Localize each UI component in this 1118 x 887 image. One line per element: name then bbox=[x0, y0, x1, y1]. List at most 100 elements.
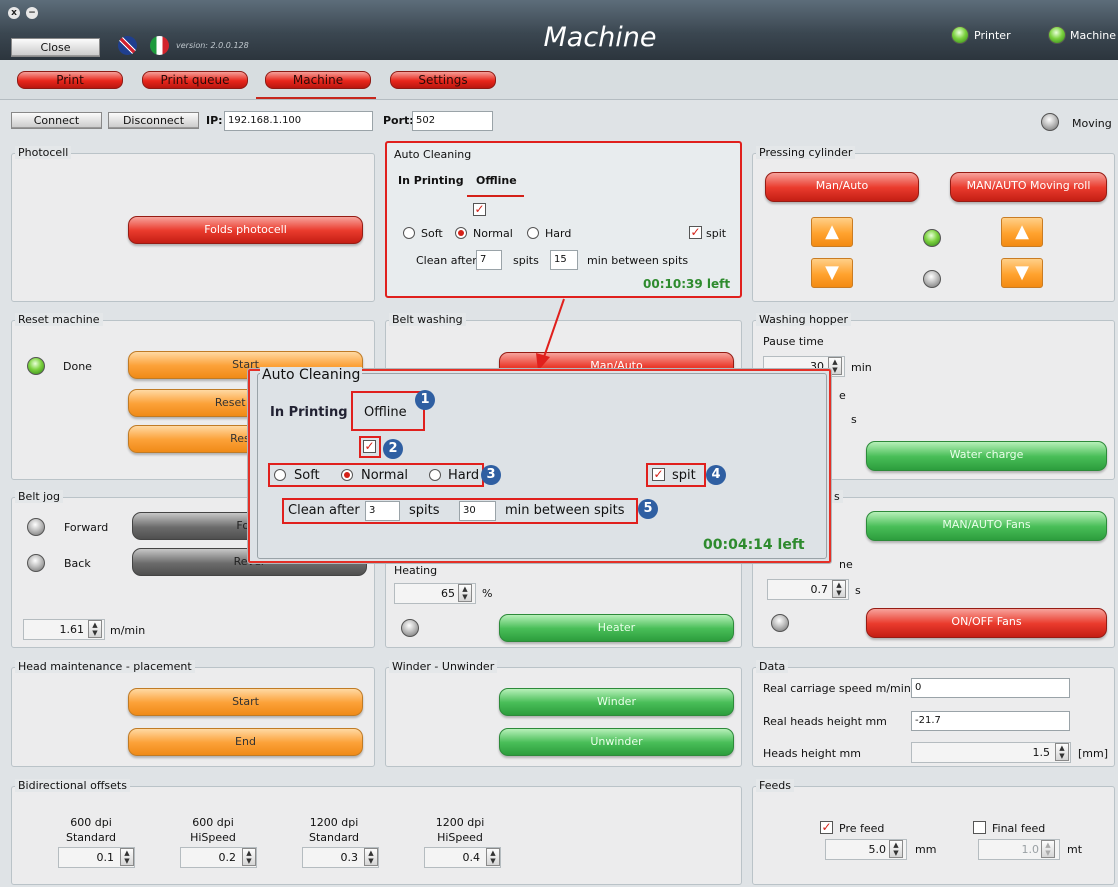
zoom-tab-in-printing[interactable]: In Printing bbox=[270, 405, 348, 420]
feeds-title: Feeds bbox=[756, 779, 794, 792]
offset-3-stepper-arrows-icon[interactable]: ▲ ▼ bbox=[486, 848, 500, 866]
auto-cleaning-title: Auto Cleaning bbox=[394, 148, 472, 161]
folds-photocell-button[interactable]: Folds photocell bbox=[128, 216, 363, 244]
cylinder-down-right-button[interactable]: ▼ bbox=[1001, 258, 1043, 288]
final-feed-unit: mt bbox=[1067, 843, 1083, 856]
normal-label: Normal bbox=[473, 227, 513, 240]
heating-unit-label: % bbox=[482, 587, 493, 600]
tab-offline-underline bbox=[467, 195, 524, 197]
real-heads-height-label: Real heads height mm bbox=[763, 715, 887, 728]
spit-label: spit bbox=[706, 227, 727, 240]
machine-status-label: Machine bbox=[1070, 29, 1117, 42]
zoom-clean-after-input[interactable]: 3 bbox=[365, 501, 400, 521]
offset-2-dpi: 1200 dpi bbox=[309, 816, 359, 829]
zoom-tab-offline[interactable]: Offline bbox=[364, 405, 407, 420]
tab-print-queue[interactable]: Print queue bbox=[142, 71, 248, 89]
english-flag-icon[interactable] bbox=[118, 36, 137, 55]
tab-in-printing[interactable]: In Printing bbox=[398, 174, 464, 187]
normal-radio[interactable] bbox=[455, 227, 467, 239]
reset-machine-title: Reset machine bbox=[15, 313, 103, 326]
fans-time-stepper-arrows-icon[interactable]: ▲ ▼ bbox=[832, 580, 846, 598]
unwinder-button[interactable]: Unwinder bbox=[499, 728, 734, 756]
min-between-input[interactable]: 15 bbox=[550, 250, 578, 270]
offline-enabled-checkbox[interactable]: ✓ bbox=[473, 203, 486, 216]
port-input[interactable]: 502 bbox=[412, 111, 493, 131]
zoom-offline-enabled-checkbox[interactable]: ✓ bbox=[363, 440, 376, 453]
cylinder-up-left-button[interactable]: ▲ bbox=[811, 217, 853, 247]
fans-time-label: ne bbox=[839, 558, 853, 571]
soft-radio[interactable] bbox=[403, 227, 415, 239]
printer-status-icon bbox=[951, 26, 969, 44]
heads-height-stepper[interactable]: 1.5 bbox=[911, 742, 1071, 763]
pre-feed-checkbox[interactable]: ✓ bbox=[820, 821, 833, 834]
head-maintenance-title: Head maintenance - placement bbox=[15, 660, 195, 673]
offset-2-stepper-arrows-icon[interactable]: ▲ ▼ bbox=[364, 848, 378, 866]
bidirectional-offsets-panel: Bidirectional offsets 600 dpi Standard 0… bbox=[11, 779, 742, 885]
ip-input[interactable]: 192.168.1.100 bbox=[224, 111, 373, 131]
head-start-button[interactable]: Start bbox=[128, 688, 363, 716]
belt-jog-title: Belt jog bbox=[15, 490, 63, 503]
photocell-title: Photocell bbox=[15, 146, 72, 159]
forward-status-icon bbox=[27, 518, 45, 536]
heater-button[interactable]: Heater bbox=[499, 614, 734, 642]
offset-3-dpi: 1200 dpi bbox=[435, 816, 485, 829]
heads-height-stepper-arrows-icon[interactable]: ▲ ▼ bbox=[1055, 743, 1069, 761]
printer-status-label: Printer bbox=[974, 29, 1011, 42]
moving-label: Moving bbox=[1072, 117, 1112, 130]
pressing-cylinder-panel: Pressing cylinder Man/Auto MAN/AUTO Movi… bbox=[752, 146, 1115, 302]
pressing-cylinder-title: Pressing cylinder bbox=[756, 146, 856, 159]
zoom-hard-radio[interactable] bbox=[429, 469, 441, 481]
heads-height-unit: [mm] bbox=[1078, 747, 1109, 760]
time-left-label: 00:10:39 left bbox=[643, 277, 731, 291]
final-feed-stepper-arrows-icon[interactable]: ▲ ▼ bbox=[1041, 840, 1055, 858]
hard-radio[interactable] bbox=[527, 227, 539, 239]
close-window-icon[interactable]: x bbox=[8, 7, 20, 19]
badge-5-icon: 5 bbox=[638, 499, 658, 519]
winder-button[interactable]: Winder bbox=[499, 688, 734, 716]
zoom-spit-checkbox[interactable]: ✓ bbox=[652, 468, 665, 481]
minimize-window-icon[interactable]: − bbox=[26, 7, 38, 19]
ip-label: IP: bbox=[206, 114, 223, 127]
man-auto-button[interactable]: Man/Auto bbox=[765, 172, 919, 202]
tab-print[interactable]: Print bbox=[17, 71, 123, 89]
auto-cleaning-zoom-callout: Auto Cleaning In Printing Offline 1 ✓ 2 … bbox=[247, 367, 832, 564]
zoom-min-between-input[interactable]: 30 bbox=[459, 501, 496, 521]
offset-0-stepper-arrows-icon[interactable]: ▲ ▼ bbox=[120, 848, 134, 866]
tab-offline[interactable]: Offline bbox=[476, 174, 517, 187]
head-maintenance-panel: Head maintenance - placement Start End bbox=[11, 660, 375, 767]
spit-checkbox[interactable]: ✓ bbox=[689, 226, 702, 239]
forward-label: Forward bbox=[64, 521, 109, 534]
cylinder-up-right-button[interactable]: ▲ bbox=[1001, 217, 1043, 247]
close-button[interactable]: Close bbox=[11, 38, 100, 57]
pre-feed-stepper-arrows-icon[interactable]: ▲ ▼ bbox=[889, 840, 903, 858]
water-charge-button[interactable]: Water charge bbox=[866, 441, 1107, 471]
tab-machine[interactable]: Machine bbox=[265, 71, 371, 89]
zoom-hard-label: Hard bbox=[448, 468, 480, 483]
cylinder-down-left-button[interactable]: ▼ bbox=[811, 258, 853, 288]
offset-0-dpi: 600 dpi bbox=[70, 816, 112, 829]
belt-speed-stepper-arrows-icon[interactable]: ▲ ▼ bbox=[88, 620, 102, 638]
zoom-soft-radio[interactable] bbox=[274, 469, 286, 481]
heating-stepper-arrows-icon[interactable]: ▲ ▼ bbox=[458, 584, 472, 602]
connect-button[interactable]: Connect bbox=[11, 112, 102, 129]
final-feed-label: Final feed bbox=[992, 822, 1046, 835]
hopper-seconds-unit: s bbox=[851, 413, 857, 426]
disconnect-button[interactable]: Disconnect bbox=[108, 112, 199, 129]
tab-settings[interactable]: Settings bbox=[390, 71, 496, 89]
zoom-normal-radio[interactable] bbox=[341, 469, 353, 481]
machine-status-icon bbox=[1048, 26, 1066, 44]
heating-label: Heating bbox=[394, 564, 438, 577]
badge-4-icon: 4 bbox=[706, 465, 726, 485]
cylinder-down-status-icon bbox=[923, 270, 941, 288]
pause-time-label: Pause time bbox=[763, 335, 824, 348]
head-end-button[interactable]: End bbox=[128, 728, 363, 756]
pre-feed-unit: mm bbox=[915, 843, 937, 856]
offset-1-stepper-arrows-icon[interactable]: ▲ ▼ bbox=[242, 848, 256, 866]
man-auto-moving-roll-button[interactable]: MAN/AUTO Moving roll bbox=[950, 172, 1107, 202]
spits-label: spits bbox=[513, 254, 539, 267]
italian-flag-icon[interactable] bbox=[150, 36, 169, 55]
clean-after-input[interactable]: 7 bbox=[476, 250, 502, 270]
man-auto-fans-button[interactable]: MAN/AUTO Fans bbox=[866, 511, 1107, 541]
on-off-fans-button[interactable]: ON/OFF Fans bbox=[866, 608, 1107, 638]
final-feed-checkbox[interactable] bbox=[973, 821, 986, 834]
